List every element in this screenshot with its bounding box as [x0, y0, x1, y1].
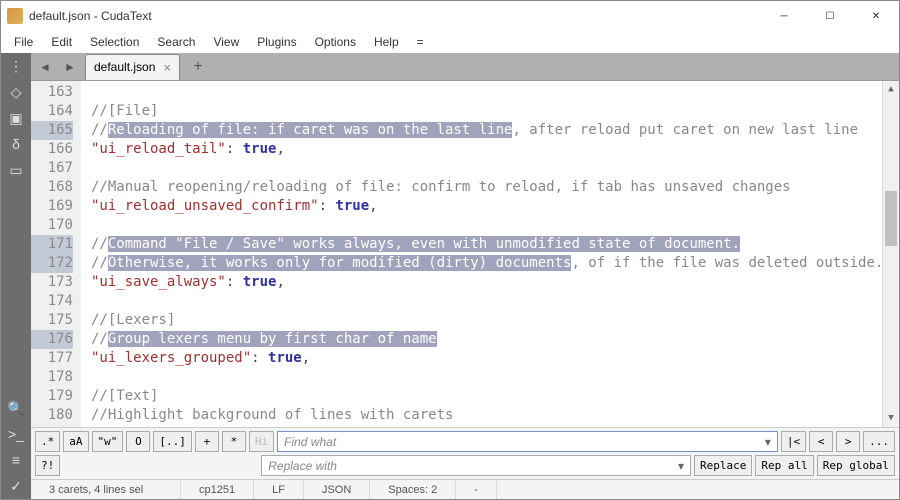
status-dash: -: [456, 480, 497, 499]
file-tab[interactable]: default.json ×: [85, 54, 180, 80]
app-icon: [7, 8, 23, 24]
check-icon[interactable]: ✓: [1, 473, 31, 499]
menu-selection[interactable]: Selection: [81, 32, 148, 52]
status-lexer[interactable]: JSON: [304, 480, 370, 499]
replace-button[interactable]: Rep all: [755, 455, 813, 476]
sidebar: ⋮ ◇ ▣ δ ▭ 🔍 >_ ≡ ✓: [1, 53, 31, 499]
scroll-down-icon[interactable]: ▼: [883, 410, 899, 427]
close-button[interactable]: ✕: [853, 1, 899, 31]
search-opt-button[interactable]: +: [195, 431, 219, 452]
menu-help[interactable]: Help: [365, 32, 408, 52]
menu-icon[interactable]: ⋮: [1, 53, 31, 79]
title-bar: default.json - CudaText ─ ☐ ✕: [1, 1, 899, 31]
scroll-thumb[interactable]: [885, 191, 897, 246]
search-hi-button[interactable]: Hi: [249, 431, 274, 452]
console-icon[interactable]: >_: [1, 421, 31, 447]
search-nav-button[interactable]: >: [836, 431, 860, 452]
replace-button[interactable]: Replace: [694, 455, 752, 476]
code-editor[interactable]: 1631641651661671681691701711721731741751…: [31, 81, 899, 427]
code-tree-icon[interactable]: ◇: [1, 79, 31, 105]
tab-prev-icon[interactable]: ◄: [34, 56, 56, 78]
search-confirm-button[interactable]: ?!: [35, 455, 60, 476]
replace-input[interactable]: Replace with▾: [261, 455, 691, 476]
status-lineend[interactable]: LF: [254, 480, 304, 499]
search-opt-button[interactable]: .*: [35, 431, 60, 452]
list-icon[interactable]: ≡: [1, 447, 31, 473]
project-icon[interactable]: ▣: [1, 105, 31, 131]
search-nav-button[interactable]: |<: [781, 431, 806, 452]
search-opt-button[interactable]: *: [222, 431, 246, 452]
tab-close-icon[interactable]: ×: [163, 60, 171, 75]
status-bar: 3 carets, 4 lines sel cp1251 LF JSON Spa…: [31, 479, 899, 499]
search-opt-button[interactable]: aA: [63, 431, 88, 452]
search-icon[interactable]: 🔍: [1, 395, 31, 421]
menu-view[interactable]: View: [204, 32, 248, 52]
menu-file[interactable]: File: [5, 32, 42, 52]
code-area[interactable]: //[File]//Reloading of file: if caret wa…: [81, 81, 899, 427]
menu-edit[interactable]: Edit: [42, 32, 81, 52]
delta-icon[interactable]: δ: [1, 131, 31, 157]
menu-=[interactable]: =: [408, 32, 433, 52]
status-selection: 3 carets, 4 lines sel: [31, 480, 181, 499]
find-input[interactable]: Find what▾: [277, 431, 778, 452]
minimize-button[interactable]: ─: [761, 1, 807, 31]
search-nav-button[interactable]: <: [809, 431, 833, 452]
menu-plugins[interactable]: Plugins: [248, 32, 305, 52]
new-tab-button[interactable]: +: [184, 55, 212, 79]
tab-bar: ◄ ► default.json × +: [31, 53, 899, 81]
gutter: 1631641651661671681691701711721731741751…: [31, 81, 81, 427]
replace-button[interactable]: Rep global: [817, 455, 895, 476]
folder-icon[interactable]: ▭: [1, 157, 31, 183]
menu-bar: FileEditSelectionSearchViewPluginsOption…: [1, 31, 899, 53]
menu-search[interactable]: Search: [148, 32, 204, 52]
status-encoding[interactable]: cp1251: [181, 480, 254, 499]
search-nav-button[interactable]: ...: [863, 431, 895, 452]
menu-options[interactable]: Options: [306, 32, 365, 52]
search-opt-button[interactable]: O: [126, 431, 150, 452]
window-title: default.json - CudaText: [29, 9, 761, 23]
scroll-up-icon[interactable]: ▲: [883, 81, 899, 98]
search-opt-button[interactable]: [..]: [153, 431, 192, 452]
scrollbar-vertical[interactable]: ▲ ▼: [882, 81, 899, 427]
search-opt-button[interactable]: "w": [92, 431, 124, 452]
status-indent[interactable]: Spaces: 2: [370, 480, 456, 499]
search-panel: .*aA"w"O[..]+*HiFind what▾|<<>... ?! Repl…: [31, 427, 899, 479]
tab-label: default.json: [94, 60, 155, 74]
maximize-button[interactable]: ☐: [807, 1, 853, 31]
tab-next-icon[interactable]: ►: [59, 56, 81, 78]
